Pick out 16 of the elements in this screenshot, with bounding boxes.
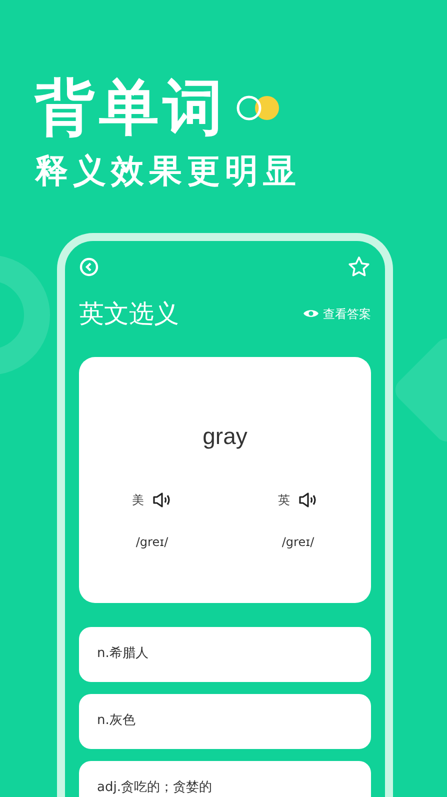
answer-option[interactable]: n.灰色 bbox=[79, 694, 371, 748]
eye-icon bbox=[303, 308, 319, 320]
accent-label: 英 bbox=[278, 492, 290, 509]
speaker-icon[interactable] bbox=[152, 492, 172, 508]
phonetic-text: /greɪ/ bbox=[136, 534, 168, 551]
speaker-icon[interactable] bbox=[298, 492, 318, 508]
phonetic-text: /greɪ/ bbox=[282, 534, 314, 551]
headline: 背单词 bbox=[35, 78, 227, 138]
word: gray bbox=[202, 422, 248, 451]
answer-option[interactable]: adj.贪吃的；贪婪的 bbox=[79, 760, 371, 797]
answer-option[interactable]: n.希腊人 bbox=[79, 626, 371, 682]
screen-title: 英文选义 bbox=[79, 298, 179, 330]
circles-icon bbox=[235, 94, 281, 122]
star-icon[interactable] bbox=[347, 255, 371, 279]
subtitle: 释义效果更明显 bbox=[35, 154, 302, 187]
accent-label: 美 bbox=[132, 492, 144, 509]
